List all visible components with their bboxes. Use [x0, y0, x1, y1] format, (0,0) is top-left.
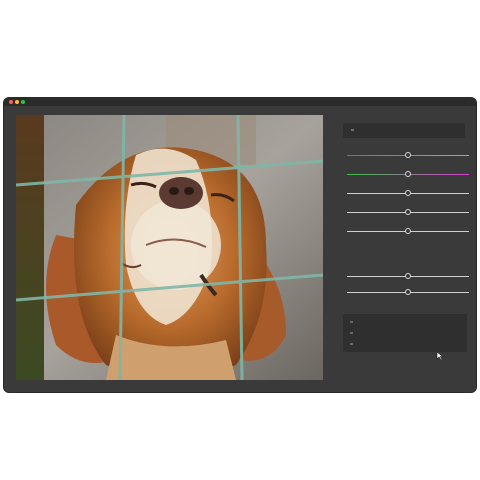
- slider-2[interactable]: [347, 171, 469, 179]
- slider-knob[interactable]: [405, 152, 411, 158]
- dog-photo: [16, 115, 323, 380]
- slider-4[interactable]: [347, 209, 469, 217]
- adjustments-panel: [337, 115, 469, 380]
- slider-knob[interactable]: [405, 228, 411, 234]
- slider-knob[interactable]: [405, 171, 411, 177]
- page: [0, 0, 480, 480]
- slider-1[interactable]: [347, 152, 469, 160]
- editor-window: [4, 98, 476, 392]
- slider-5[interactable]: [347, 228, 469, 236]
- image-canvas[interactable]: [16, 115, 323, 380]
- close-window-icon[interactable]: [9, 100, 13, 104]
- slider-6[interactable]: [347, 273, 469, 281]
- slider-7[interactable]: [347, 289, 469, 297]
- slider-3[interactable]: [347, 190, 469, 198]
- panel-header[interactable]: [343, 123, 465, 138]
- slider-knob[interactable]: [405, 209, 411, 215]
- list-item[interactable]: [350, 321, 353, 323]
- slider-knob[interactable]: [405, 190, 411, 196]
- list-item[interactable]: [350, 343, 353, 345]
- title-bar: [4, 98, 476, 106]
- slider-knob[interactable]: [405, 289, 411, 295]
- minimize-window-icon[interactable]: [15, 100, 19, 104]
- mouse-pointer-icon: [436, 351, 444, 361]
- panel-header-icon: [351, 129, 354, 131]
- slider-knob[interactable]: [405, 273, 411, 279]
- options-list[interactable]: [343, 314, 467, 352]
- list-item[interactable]: [350, 332, 353, 334]
- zoom-window-icon[interactable]: [21, 100, 25, 104]
